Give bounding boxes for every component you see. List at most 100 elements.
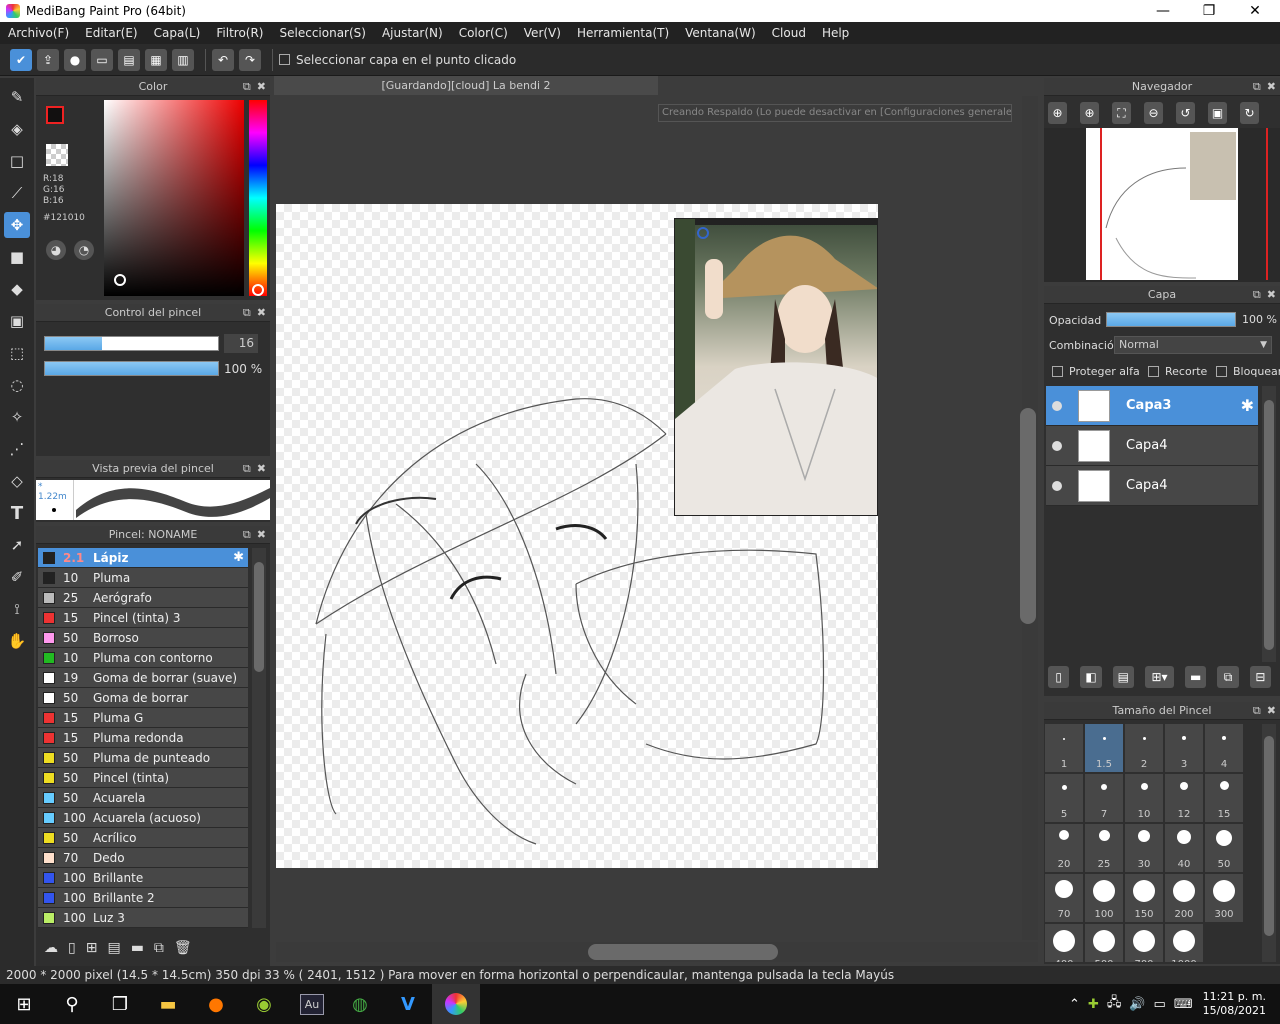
delete-brush-icon[interactable]: 🗑 (174, 940, 192, 956)
keyboard-icon[interactable]: ⌨ (1174, 997, 1193, 1012)
notification-icon[interactable]: ▭ (1154, 997, 1166, 1012)
tray-app-icon[interactable]: ✚ (1088, 997, 1099, 1012)
zoom-in-icon[interactable]: ⊕ (1048, 102, 1067, 124)
brush-item[interactable]: 10 Pluma (38, 568, 248, 588)
eraser-tool-icon[interactable]: ◈ (4, 116, 30, 142)
brush-item[interactable]: 50 Acuarela (38, 788, 248, 808)
brush-size-cell[interactable]: 20 (1045, 824, 1083, 872)
firefox-icon[interactable]: ● (192, 984, 240, 1024)
canvas-horizontal-scroll-thumb[interactable] (588, 944, 778, 960)
brush-size-value[interactable]: 16 (224, 334, 258, 353)
zoom-out-icon[interactable]: ⊖ (1144, 102, 1163, 124)
lasso-tool-icon[interactable]: ◌ (4, 372, 30, 398)
visibility-icon[interactable] (1052, 400, 1062, 411)
brush-item[interactable]: 50 Borroso (38, 628, 248, 648)
protect-alpha-checkbox[interactable] (1052, 366, 1063, 377)
new-layer-icon[interactable]: ▯ (1048, 666, 1070, 688)
bucket-tool-icon[interactable]: ◆ (4, 276, 30, 302)
undock-icon[interactable]: ⧉ (243, 306, 251, 319)
undock-icon[interactable]: ⧉ (1253, 288, 1261, 301)
palette-settings-icon[interactable]: ◔ (74, 240, 94, 260)
brush-item[interactable]: 100 Acuarela (acuoso) (38, 808, 248, 828)
hand-tool-icon[interactable]: ✋ (4, 628, 30, 654)
layer-row[interactable]: Capa3 ✱ (1046, 386, 1258, 426)
select-rect-tool-icon[interactable]: ⬚ (4, 340, 30, 366)
brush-size-cell[interactable]: 150 (1125, 874, 1163, 922)
magic-wand-tool-icon[interactable]: ✧ (4, 404, 30, 430)
clip-checkbox[interactable] (1148, 366, 1159, 377)
new-8bit-layer-icon[interactable]: ▤ (1112, 666, 1134, 688)
visibility-icon[interactable] (1052, 480, 1062, 491)
lock-option[interactable]: Bloquear (1216, 365, 1280, 378)
task-view-icon[interactable]: ❐ (96, 984, 144, 1024)
close-button[interactable]: ✕ (1232, 0, 1278, 22)
cloud-brush-icon[interactable]: ☁ (44, 940, 58, 956)
menu-archivo[interactable]: Archivo(F) (0, 26, 77, 40)
duplicate-layer-icon[interactable]: ⧉ (1217, 666, 1239, 688)
brush-size-cell[interactable]: 50 (1205, 824, 1243, 872)
brush-item[interactable]: 100 Brillante (38, 868, 248, 888)
undo-icon[interactable]: ↶ (212, 48, 234, 71)
hue-handle[interactable] (252, 284, 264, 296)
share-icon[interactable]: ⇪ (37, 48, 59, 71)
brush-item[interactable]: 10 Pluma con contorno (38, 648, 248, 668)
close-panel-icon[interactable]: ✖ (257, 80, 266, 93)
brush-item[interactable]: 50 Pincel (tinta) (38, 768, 248, 788)
undock-icon[interactable]: ⧉ (1253, 704, 1261, 717)
page-list-icon[interactable]: ▦ (145, 48, 167, 71)
new-halftone-layer-icon[interactable]: ◧ (1080, 666, 1102, 688)
line-tool-icon[interactable]: ⟋ (4, 180, 30, 206)
navigator-viewport-frame[interactable] (1100, 128, 1268, 280)
network-icon[interactable]: 🖧 (1107, 993, 1122, 1015)
undock-icon[interactable]: ⧉ (1253, 80, 1261, 93)
select-eraser-tool-icon[interactable]: ◇ (4, 468, 30, 494)
menu-cloud[interactable]: Cloud (764, 26, 814, 40)
page-manage-icon[interactable]: ▥ (172, 48, 194, 71)
gradient-tool-icon[interactable]: ▣ (4, 308, 30, 334)
brush-item[interactable]: 15 Pluma redonda (38, 728, 248, 748)
brush-size-scrollbar[interactable] (1262, 724, 1276, 962)
layer-folder-icon[interactable]: ▬ (1185, 666, 1207, 688)
menu-color[interactable]: Color(C) (451, 26, 516, 40)
brush-item[interactable]: 50 Acrílico (38, 828, 248, 848)
undock-icon[interactable]: ⧉ (243, 462, 251, 475)
undock-icon[interactable]: ⧉ (243, 80, 251, 93)
speech-bubble-icon[interactable]: ● (64, 48, 86, 71)
brush-size-cell[interactable]: 200 (1165, 874, 1203, 922)
brush-item[interactable]: 100 Luz 3 (38, 908, 248, 928)
protect-alpha-option[interactable]: Proteger alfa (1052, 365, 1140, 378)
brush-tool-icon[interactable]: ✎ (4, 84, 30, 110)
clip-option[interactable]: Recorte (1148, 365, 1207, 378)
move-tool-icon[interactable]: ✥ (4, 212, 30, 238)
saturation-value-picker[interactable] (104, 100, 244, 296)
brush-size-cell[interactable]: 30 (1125, 824, 1163, 872)
close-panel-icon[interactable]: ✖ (257, 528, 266, 541)
fill-rect-tool-icon[interactable]: ■ (4, 244, 30, 270)
vegas-icon[interactable]: V (384, 984, 432, 1024)
brush-size-scroll-thumb[interactable] (1264, 736, 1274, 936)
menu-ventana[interactable]: Ventana(W) (677, 26, 764, 40)
undock-icon[interactable]: ⧉ (243, 528, 251, 541)
brush-list-scroll-thumb[interactable] (254, 562, 264, 672)
add-layer-menu-icon[interactable]: ⊞▾ (1144, 666, 1175, 688)
brush-settings-icon[interactable]: ▤ (107, 940, 120, 956)
menu-filtro[interactable]: Filtro(R) (208, 26, 271, 40)
layer-row[interactable]: Capa4 (1046, 466, 1258, 506)
blend-mode-select[interactable]: Normal ▼ (1114, 336, 1272, 354)
brush-item[interactable]: 50 Pluma de punteado (38, 748, 248, 768)
brush-list-scrollbar[interactable] (252, 548, 266, 928)
select-layer-checkbox[interactable] (279, 54, 290, 65)
comment-icon[interactable]: ▭ (91, 48, 113, 71)
page-icon[interactable]: ▤ (118, 48, 140, 71)
layer-scroll-thumb[interactable] (1264, 400, 1274, 650)
chrome-icon[interactable]: ◍ (336, 984, 384, 1024)
menu-herramienta[interactable]: Herramienta(T) (569, 26, 677, 40)
brush-size-cell[interactable]: 70 (1045, 874, 1083, 922)
windows-start-icon[interactable]: ⊞ (0, 984, 48, 1024)
layer-opacity-slider[interactable] (1106, 312, 1236, 327)
brush-size-cell[interactable]: 25 (1085, 824, 1123, 872)
clock[interactable]: 11:21 p. m. 15/08/2021 (1203, 990, 1266, 1018)
cloud-sync-icon[interactable]: ✔ (10, 48, 32, 71)
document-tab[interactable]: [Guardando][cloud] La bendi 2 (274, 76, 658, 95)
brush-item[interactable]: 50 Goma de borrar (38, 688, 248, 708)
